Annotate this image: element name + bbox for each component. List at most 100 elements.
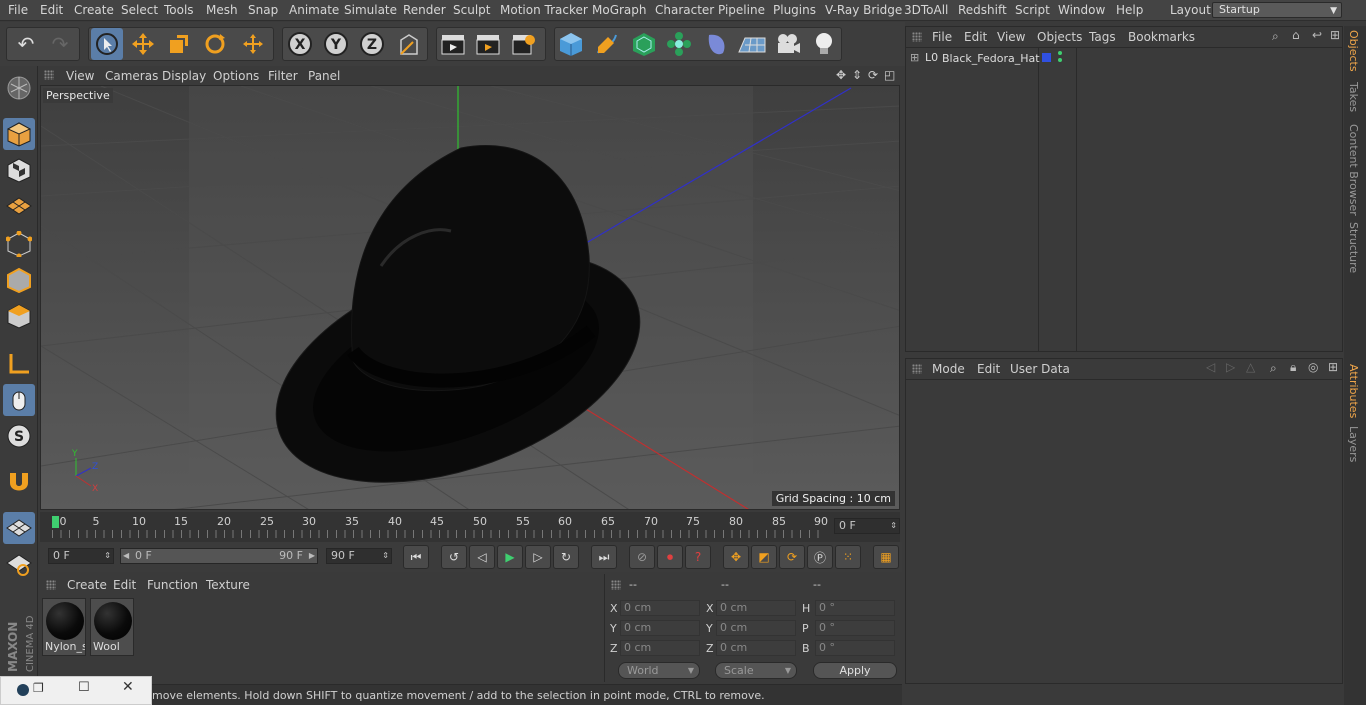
restore-icon[interactable]: ❐ <box>33 681 44 695</box>
time-range-slider[interactable]: ◀ 0 F 90 F ▶ <box>120 548 318 564</box>
close-icon[interactable]: ✕ <box>122 679 134 695</box>
menu-snap[interactable]: Snap <box>248 3 278 17</box>
new-panel-icon[interactable]: ⊞ <box>1328 360 1338 374</box>
planar-workplane-button[interactable] <box>3 548 35 580</box>
camera-button[interactable] <box>772 28 804 60</box>
up-icon[interactable]: △ <box>1246 360 1255 374</box>
layer-color[interactable] <box>1042 53 1051 62</box>
pos-y-field[interactable]: 0 cm <box>620 620 700 636</box>
menu-motion-tracker[interactable]: Motion Tracker <box>500 3 588 17</box>
menu-sculpt[interactable]: Sculpt <box>453 3 490 17</box>
render-view-button[interactable] <box>437 28 469 60</box>
material-menu-texture[interactable]: Texture <box>206 578 250 592</box>
cloner-button[interactable] <box>663 28 695 60</box>
objects-menu-file[interactable]: File <box>932 30 952 44</box>
viewport-menu-display[interactable]: Display <box>162 69 206 83</box>
redo-button[interactable]: ↷ <box>44 28 76 60</box>
apply-button[interactable]: Apply <box>813 662 897 679</box>
go-to-start-button[interactable]: ⏮ <box>403 545 429 569</box>
arrow-right-icon[interactable]: ▷ <box>1226 360 1235 374</box>
record-position-button[interactable]: ✥ <box>723 545 749 569</box>
material-swatch[interactable]: Wool <box>90 598 134 656</box>
search-icon[interactable]: ⌕ <box>1270 361 1277 376</box>
object-row[interactable]: ⊞ L0 Black_Fedora_Hat <box>910 51 1340 67</box>
pan-icon[interactable]: ✥ <box>836 68 846 82</box>
viewport-menu-cameras[interactable]: Cameras <box>105 69 158 83</box>
menu-redshift[interactable]: Redshift <box>958 3 1007 17</box>
viewport-menu-panel[interactable]: Panel <box>308 69 340 83</box>
tab-attributes[interactable]: Attributes <box>1347 364 1360 418</box>
menu-tools[interactable]: Tools <box>164 3 194 17</box>
min-time-field[interactable]: 0 F ⇕ <box>48 548 114 564</box>
menu-3dtoall[interactable]: 3DToAll <box>904 3 948 17</box>
expand-icon[interactable]: ⊞ <box>910 51 919 64</box>
tab-objects[interactable]: Objects <box>1347 30 1360 72</box>
live-select-button[interactable] <box>91 28 123 60</box>
tab-takes[interactable]: Takes <box>1347 82 1360 112</box>
max-time-field[interactable]: 90 F ⇕ <box>326 548 392 564</box>
keyframe-selection-button[interactable]: ? <box>685 545 711 569</box>
attributes-menu-edit[interactable]: Edit <box>977 362 1000 376</box>
back-icon[interactable]: ↩ <box>1312 28 1322 42</box>
size-z-field[interactable]: 0 cm <box>716 640 796 656</box>
viewport-menu-filter[interactable]: Filter <box>268 69 298 83</box>
lock-icon[interactable]: 🔒︎ <box>1290 360 1296 375</box>
viewport-menu-view[interactable]: View <box>66 69 94 83</box>
light-button[interactable] <box>808 28 840 60</box>
snap-button[interactable] <box>3 466 35 498</box>
current-frame-field[interactable]: 0 F ⇕ <box>834 518 900 534</box>
material-menu-edit[interactable]: Edit <box>113 578 136 592</box>
recent-tool-button[interactable] <box>237 28 269 60</box>
pos-z-field[interactable]: 0 cm <box>620 640 700 656</box>
material-menu-function[interactable]: Function <box>147 578 198 592</box>
deformer-button[interactable] <box>700 28 732 60</box>
play-button[interactable]: ▶ <box>497 545 523 569</box>
floor-button[interactable] <box>736 28 768 60</box>
make-editable-button[interactable] <box>3 72 35 104</box>
record-point-level-button[interactable]: ⁙ <box>835 545 861 569</box>
menu-character[interactable]: Character <box>655 3 714 17</box>
coordinate-system-button[interactable] <box>393 28 425 60</box>
undo-button[interactable]: ↶ <box>10 28 42 60</box>
objects-menu-view[interactable]: View <box>997 30 1025 44</box>
new-panel-icon[interactable]: ⊞ <box>1330 28 1340 42</box>
render-settings-button[interactable] <box>508 28 540 60</box>
size-y-field[interactable]: 0 cm <box>716 620 796 636</box>
rot-b-field[interactable]: 0 ° <box>815 640 895 656</box>
polygons-mode-button[interactable] <box>3 300 35 332</box>
record-parameter-button[interactable]: Ⓟ <box>807 545 833 569</box>
move-tool-button[interactable] <box>127 28 159 60</box>
x-axis-button[interactable]: X <box>284 28 316 60</box>
timeline-ruler[interactable]: 0 5 10 15 20 25 30 35 40 45 50 55 60 65 … <box>40 512 900 542</box>
edges-mode-button[interactable] <box>3 264 35 296</box>
search-icon[interactable]: ⌕ <box>1272 29 1279 44</box>
attributes-menu-user-data[interactable]: User Data <box>1010 362 1070 376</box>
3d-viewport[interactable]: Y Z X Perspective Grid Spacing : 10 cm <box>40 85 900 510</box>
render-visibility-dot[interactable] <box>1058 58 1062 62</box>
pen-spline-button[interactable] <box>591 28 623 60</box>
solo-button[interactable]: S <box>3 420 35 452</box>
record-scale-button[interactable]: ◩ <box>751 545 777 569</box>
menu-create[interactable]: Create <box>74 3 114 17</box>
scale-tool-button[interactable] <box>163 28 195 60</box>
objects-menu-tags[interactable]: Tags <box>1089 30 1116 44</box>
cube-button[interactable] <box>555 28 587 60</box>
home-icon[interactable]: ⌂ <box>1292 28 1300 42</box>
editor-visibility-dot[interactable] <box>1058 51 1062 55</box>
y-axis-button[interactable]: Y <box>320 28 352 60</box>
menu-select[interactable]: Select <box>121 3 158 17</box>
tab-layers[interactable]: Layers <box>1347 426 1360 462</box>
arrow-left-icon[interactable]: ◁ <box>1206 360 1215 374</box>
previous-key-button[interactable]: ↺ <box>441 545 467 569</box>
next-key-button[interactable]: ↻ <box>553 545 579 569</box>
menu-pipeline[interactable]: Pipeline <box>718 3 765 17</box>
coordinate-space-dropdown[interactable]: World ▼ <box>618 662 700 679</box>
menu-vray-bridge[interactable]: V-Ray Bridge <box>825 3 902 17</box>
menu-file[interactable]: File <box>8 3 28 17</box>
orbit-icon[interactable]: ⟳ <box>868 68 878 82</box>
menu-help[interactable]: Help <box>1116 3 1143 17</box>
record-rotation-button[interactable]: ⟳ <box>779 545 805 569</box>
playhead[interactable] <box>52 516 59 528</box>
tab-structure[interactable]: Structure <box>1347 222 1360 273</box>
viewport-menu-options[interactable]: Options <box>213 69 259 83</box>
